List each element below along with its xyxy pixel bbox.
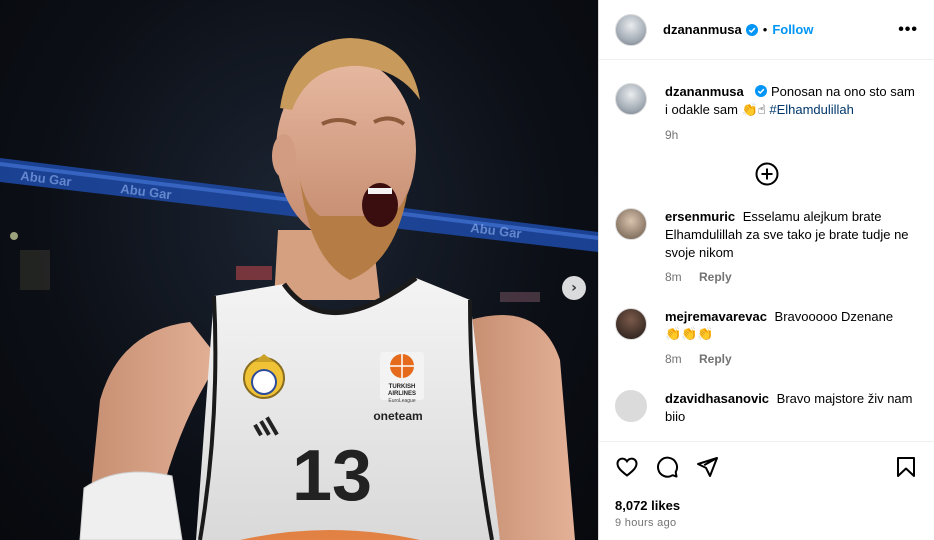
post-actions: 8,072 likes 9 hours ago	[599, 441, 934, 540]
caption-hashtag[interactable]: #Elhamdulillah	[769, 102, 854, 117]
comment-time[interactable]: 8m	[665, 352, 682, 366]
author-avatar[interactable]	[615, 13, 647, 46]
post-dialog: Abu Gar Abu Gar Abu Gar TURKISH AIRLINES…	[0, 0, 934, 540]
author-username[interactable]: dzananmusa	[663, 22, 742, 37]
commenter-avatar[interactable]	[615, 308, 647, 340]
like-count[interactable]: 8,072 likes	[615, 498, 918, 513]
caption-time[interactable]: 9h	[665, 128, 678, 142]
commenter-avatar[interactable]	[615, 208, 647, 240]
commenter-avatar[interactable]	[615, 390, 647, 422]
load-more-comments	[615, 162, 918, 186]
heart-icon[interactable]	[615, 455, 639, 479]
caption-emoji: 👏☝	[741, 103, 766, 118]
comments-list[interactable]: dzananmusa Ponosan na ono sto sam i odak…	[599, 61, 934, 441]
comment-emoji: 👏👏👏	[665, 327, 714, 342]
league-line-1: TURKISH	[389, 384, 416, 390]
bookmark-icon[interactable]	[894, 455, 918, 479]
caption: dzananmusa Ponosan na ono sto sam i odak…	[615, 83, 918, 144]
league-line-2: AIRLINES	[388, 391, 416, 397]
more-options-icon[interactable]: •••	[898, 21, 918, 39]
comment-item: dzavidhasanovic Bravo majstore živ nam b…	[615, 390, 918, 426]
post-timestamp[interactable]: 9 hours ago	[615, 517, 918, 529]
caption-username[interactable]: dzananmusa	[665, 84, 744, 99]
comment-username[interactable]: mejremavarevac	[665, 309, 767, 324]
caption-avatar[interactable]	[615, 83, 647, 115]
comment-item: mejremavarevac Bravooooo Dzenane 👏👏👏 8m …	[615, 308, 918, 368]
comment-username[interactable]: ersenmuric	[665, 209, 735, 224]
plus-circle-icon[interactable]	[755, 162, 779, 186]
comment-item: ersenmuric Esselamu alejkum brate Elhamd…	[615, 208, 918, 286]
comment-time[interactable]: 8m	[665, 270, 682, 284]
reply-button[interactable]: Reply	[699, 352, 732, 366]
post-media[interactable]: Abu Gar Abu Gar Abu Gar TURKISH AIRLINES…	[0, 0, 598, 540]
comment-username[interactable]: dzavidhasanovic	[665, 391, 769, 406]
jersey-number: 13	[292, 436, 372, 516]
league-line-3: EuroLeague	[388, 398, 415, 404]
reply-button[interactable]: Reply	[699, 270, 732, 284]
header-separator: •	[762, 22, 768, 37]
send-icon[interactable]	[695, 455, 719, 479]
post-header: dzananmusa • Follow •••	[599, 0, 934, 60]
post-photo: Abu Gar Abu Gar Abu Gar TURKISH AIRLINES…	[0, 38, 598, 540]
follow-button[interactable]: Follow	[772, 22, 813, 37]
verified-badge-icon	[755, 85, 768, 97]
verified-badge-icon	[745, 23, 758, 36]
jersey-sponsor: oneteam	[373, 409, 422, 423]
post-sidebar: dzananmusa • Follow ••• dzananmusa Ponos…	[598, 0, 934, 540]
comment-icon[interactable]	[655, 455, 679, 479]
next-media-button[interactable]: ›	[562, 276, 586, 300]
comment-text: Bravooooo Dzenane	[774, 309, 894, 324]
